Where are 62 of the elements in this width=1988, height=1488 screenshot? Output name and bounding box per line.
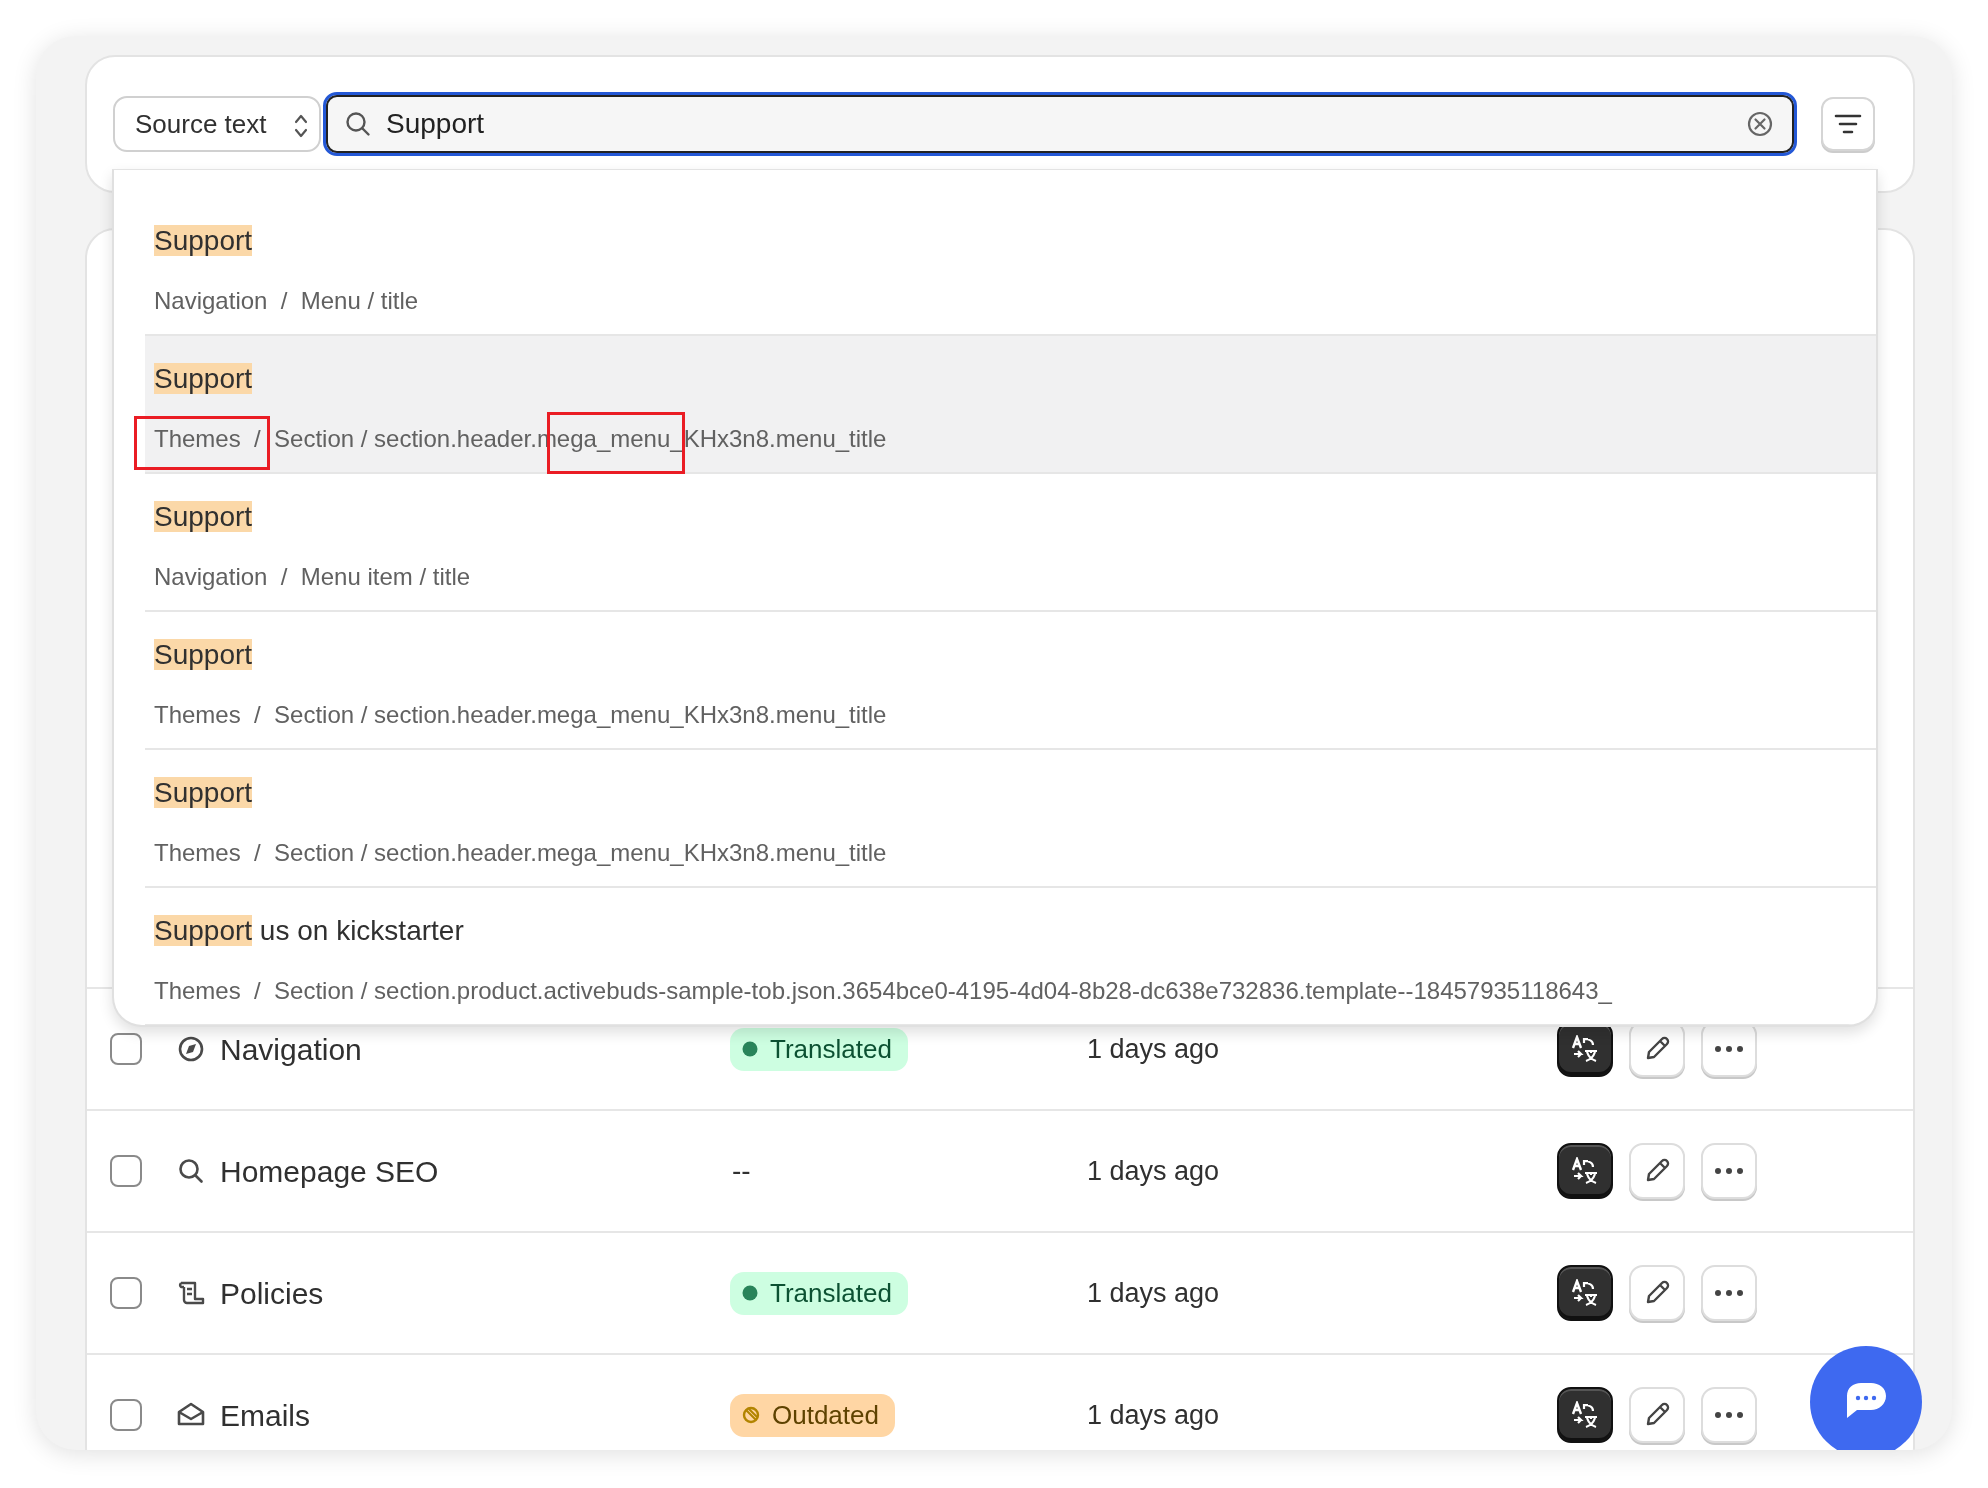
status-text: -- [731, 1155, 751, 1186]
more-icon [1714, 1045, 1744, 1053]
status-badge: Translated [730, 1027, 908, 1071]
more-actions-button[interactable] [1701, 1143, 1757, 1199]
result-title: Support [154, 638, 253, 672]
result-title: Support [154, 362, 253, 396]
result-title: Support [154, 776, 253, 810]
search-result-item[interactable]: Support Themes / Section / section.header.mega_menu_KHx3n8.menu_title [145, 612, 1876, 750]
updated-time: 1 days ago [1087, 1398, 1221, 1432]
edit-button[interactable] [1629, 1265, 1685, 1321]
more-actions-button[interactable] [1701, 1265, 1757, 1321]
status-dot-icon [742, 1041, 758, 1057]
translate-icon [1571, 1279, 1599, 1307]
more-actions-button[interactable] [1701, 1387, 1757, 1443]
resource-name: Emails [220, 1397, 311, 1434]
filter-icon [1834, 113, 1862, 135]
search-icon [176, 1156, 206, 1186]
clear-icon[interactable] [1746, 110, 1774, 138]
source-select[interactable]: Source text [113, 96, 321, 152]
select-value: Source text [135, 107, 267, 141]
checkbox[interactable] [110, 1155, 142, 1187]
resource-name: Policies [220, 1275, 325, 1312]
result-title: Support us on kickstarter [154, 914, 464, 948]
checkbox[interactable] [110, 1399, 142, 1431]
search-result-item[interactable]: Support us on kickstarter Themes / Section / section.product.activebuds-sample-tob.json.3654bce0-4195-4d04-8b28-dc638e732836.template--18457935118643_ [145, 888, 1876, 1025]
select-arrows-icon [293, 112, 309, 140]
updated-time: 1 days ago [1087, 1154, 1221, 1188]
result-path: Themes / Section / section.header.mega_menu_KHx3n8.menu_title [154, 838, 888, 868]
status-badge: Translated [730, 1271, 908, 1315]
resource-name: Navigation [220, 1031, 363, 1068]
result-title: Support [154, 224, 253, 258]
updated-time: 1 days ago [1087, 1276, 1221, 1310]
result-path: Themes / Section / section.header.mega_menu_KHx3n8.menu_title [154, 700, 888, 730]
status-dot-icon [742, 1285, 758, 1301]
outdated-icon [742, 1406, 760, 1424]
checkbox[interactable] [110, 1033, 142, 1065]
more-icon [1714, 1167, 1744, 1175]
edit-button[interactable] [1629, 1143, 1685, 1199]
status-badge: Outdated [730, 1393, 895, 1437]
translate-button[interactable] [1557, 1265, 1613, 1321]
search-icon [344, 110, 372, 138]
search-result-item[interactable]: Support Themes / Section / section.header.mega_menu_KHx3n8.menu_title [145, 750, 1876, 888]
more-icon [1714, 1411, 1744, 1419]
result-title: Support [154, 500, 253, 534]
translate-button[interactable] [1557, 1387, 1613, 1443]
search-field[interactable]: Support [323, 92, 1797, 156]
search-input[interactable]: Support [386, 103, 1746, 145]
translate-button[interactable] [1557, 1143, 1613, 1199]
translate-icon [1571, 1401, 1599, 1429]
more-icon [1714, 1289, 1744, 1297]
result-path: Navigation / Menu / title [154, 286, 420, 316]
resource-name: Homepage SEO [220, 1153, 440, 1190]
translate-icon [1571, 1157, 1599, 1185]
search-result-item[interactable]: Support Navigation / Menu item / title [145, 474, 1876, 612]
translate-icon [1571, 1035, 1599, 1063]
filter-button[interactable] [1821, 97, 1875, 151]
compass-icon [176, 1034, 206, 1064]
checkbox[interactable] [110, 1277, 142, 1309]
updated-time: 1 days ago [1087, 1032, 1221, 1066]
edit-button[interactable] [1629, 1387, 1685, 1443]
result-path: Navigation / Menu item / title [154, 562, 472, 592]
result-path: Themes / Section / section.product.activebuds-sample-tob.json.3654bce0-4195-4d04-8b28-dc638e732836.template--18457935118643_ [154, 976, 1613, 1006]
